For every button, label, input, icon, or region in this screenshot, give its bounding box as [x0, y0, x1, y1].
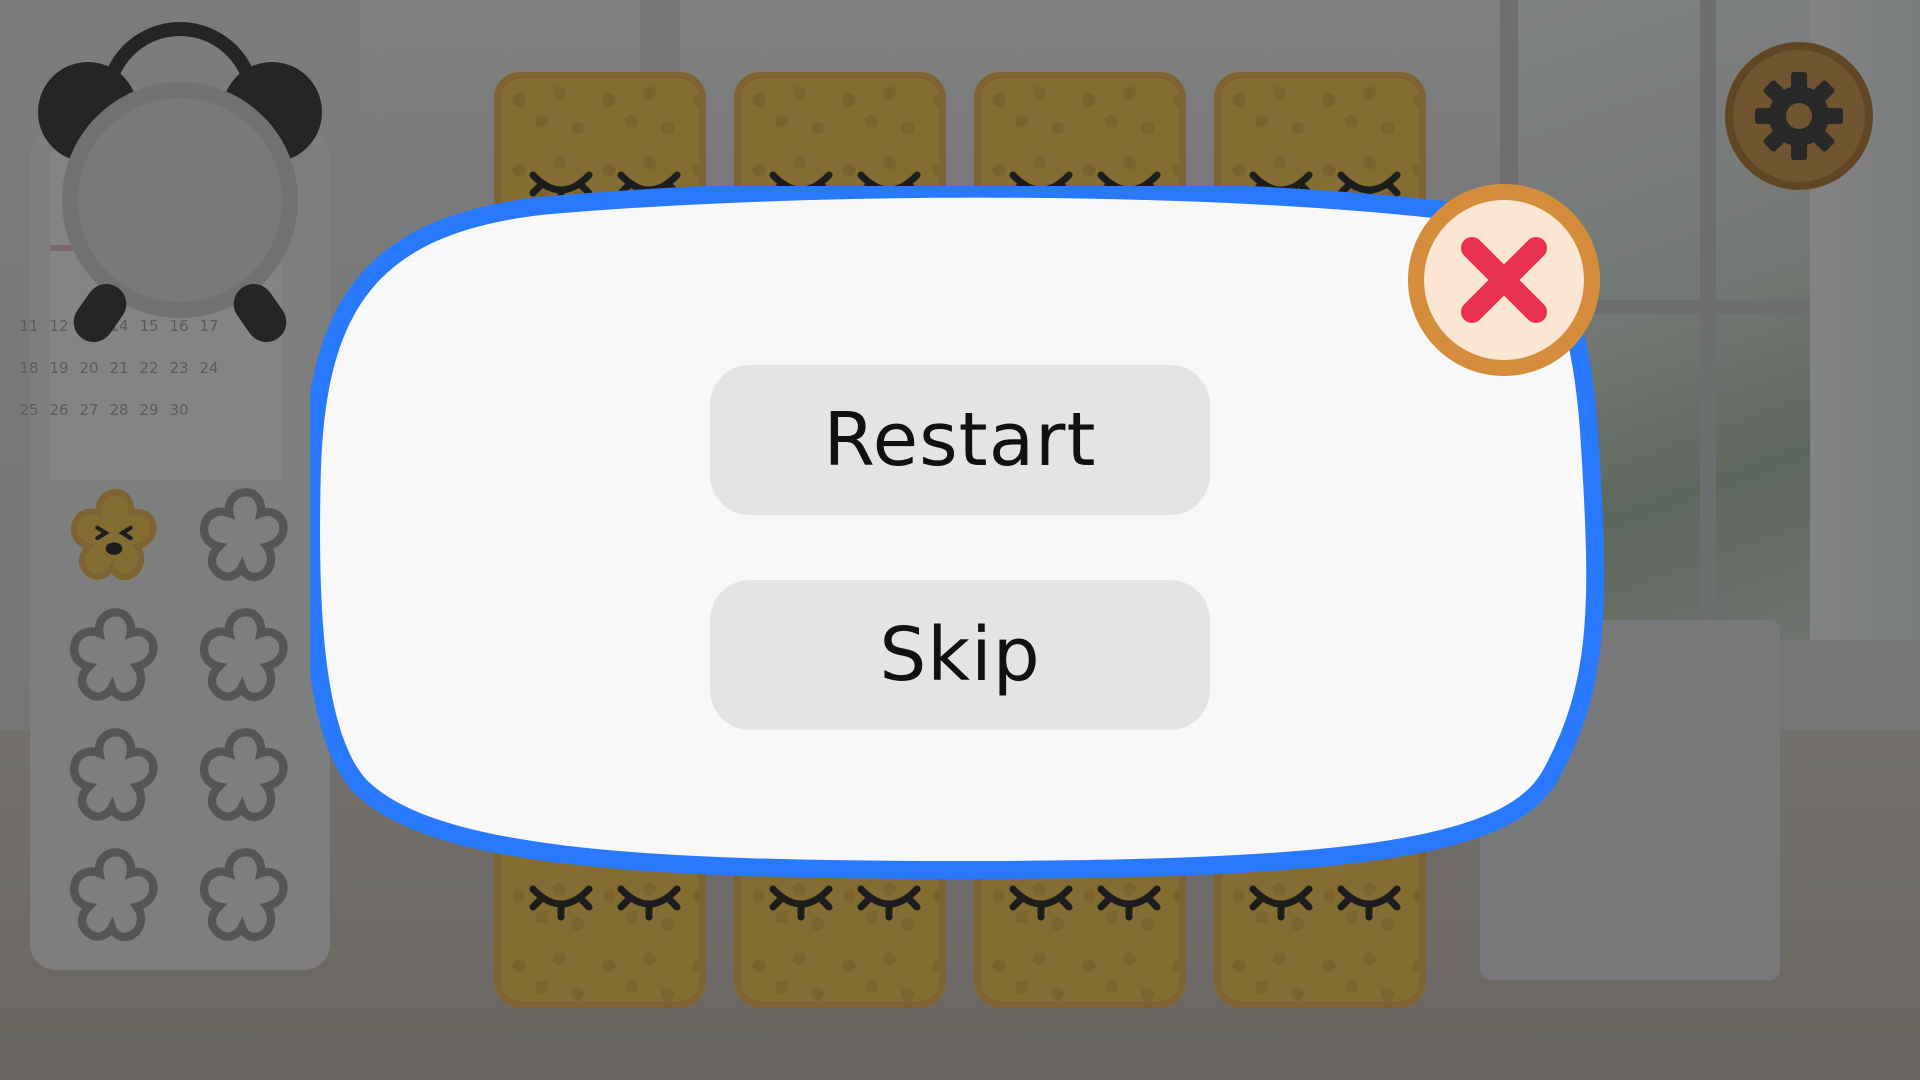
close-button-face	[1424, 200, 1584, 360]
close-x-icon	[1461, 237, 1547, 323]
close-button[interactable]	[1408, 184, 1600, 376]
restart-button[interactable]: Restart	[710, 365, 1210, 515]
dialog-panel	[310, 186, 1605, 880]
skip-button[interactable]: Skip	[710, 580, 1210, 730]
